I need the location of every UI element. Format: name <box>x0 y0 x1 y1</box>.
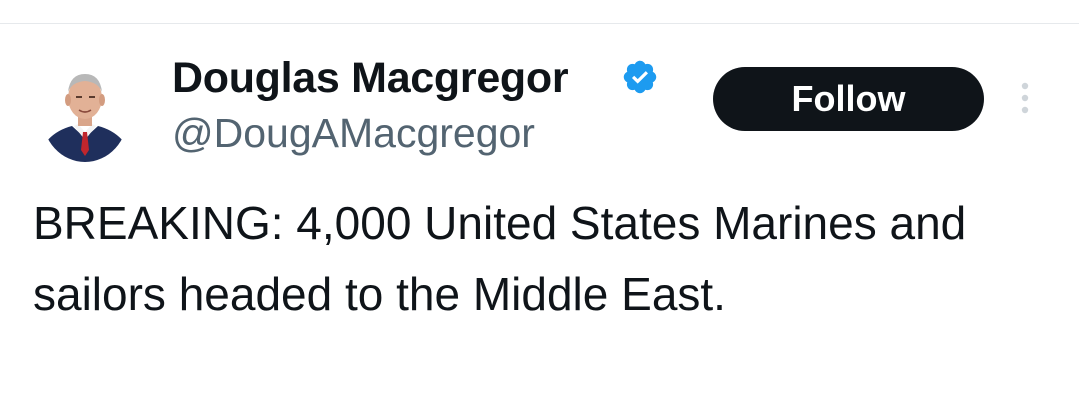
display-name[interactable]: Douglas Macgregor <box>172 54 569 103</box>
top-divider <box>0 23 1079 24</box>
tweet-card: Douglas Macgregor @DougAMacgregor Follow… <box>0 0 1079 413</box>
verified-badge-icon <box>623 60 657 94</box>
user-handle[interactable]: @DougAMacgregor <box>172 110 535 157</box>
tweet-text: BREAKING: 4,000 United States Marines an… <box>33 197 967 320</box>
follow-button[interactable]: Follow <box>713 67 984 131</box>
avatar[interactable] <box>42 68 128 162</box>
avatar-image <box>42 74 128 162</box>
more-vertical-icon[interactable] <box>1012 78 1038 118</box>
